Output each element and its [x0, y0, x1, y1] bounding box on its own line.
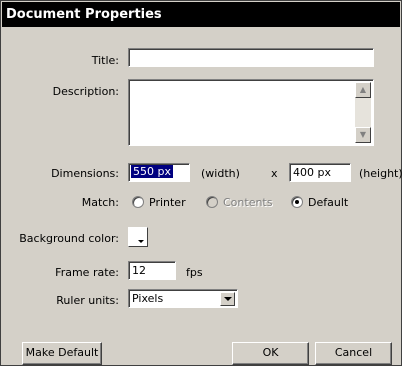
background-color-label: Background color: [19, 232, 119, 245]
cancel-button[interactable]: Cancel [315, 342, 392, 365]
title-label: Title: [91, 54, 119, 67]
width-value: 550 px [131, 165, 173, 178]
ruler-units-select[interactable]: Pixels [128, 289, 238, 308]
match-contents-radio [206, 196, 218, 208]
match-printer-radio[interactable] [132, 196, 144, 208]
description-textarea[interactable]: ▲ ▼ [128, 79, 374, 146]
ruler-units-label: Ruler units: [56, 294, 119, 307]
frame-rate-label: Frame rate: [55, 266, 119, 279]
dimensions-label: Dimensions: [51, 167, 119, 180]
width-input[interactable]: 550 px [128, 163, 190, 182]
description-label: Description: [52, 85, 119, 98]
height-input[interactable]: 400 px [289, 163, 351, 182]
background-color-swatch[interactable] [128, 227, 148, 247]
make-default-button[interactable]: Make Default [22, 342, 102, 365]
dialog-title: Document Properties [2, 2, 400, 27]
match-default-label[interactable]: Default [308, 196, 348, 209]
ok-button[interactable]: OK [232, 342, 309, 365]
scroll-up-icon[interactable]: ▲ [355, 82, 371, 98]
ruler-units-value: Pixels [132, 292, 164, 305]
height-unit-label: (height) [359, 167, 403, 180]
title-input[interactable] [128, 48, 374, 67]
description-scrollbar[interactable]: ▲ ▼ [355, 82, 371, 143]
match-default-radio[interactable] [291, 196, 303, 208]
frame-rate-input[interactable]: 12 [128, 261, 176, 280]
document-properties-dialog: Document Properties Title: Description: … [0, 0, 403, 366]
match-printer-label[interactable]: Printer [149, 196, 186, 209]
color-dropdown-icon [138, 240, 144, 243]
width-unit-label: (width) [201, 167, 240, 180]
scroll-down-icon[interactable]: ▼ [355, 127, 371, 143]
dropdown-arrow-icon[interactable] [220, 292, 235, 306]
radio-selected-dot [295, 200, 299, 204]
times-label: x [271, 167, 278, 180]
match-contents-label: Contents [223, 196, 273, 209]
fps-label: fps [186, 266, 203, 279]
match-label: Match: [81, 196, 119, 209]
